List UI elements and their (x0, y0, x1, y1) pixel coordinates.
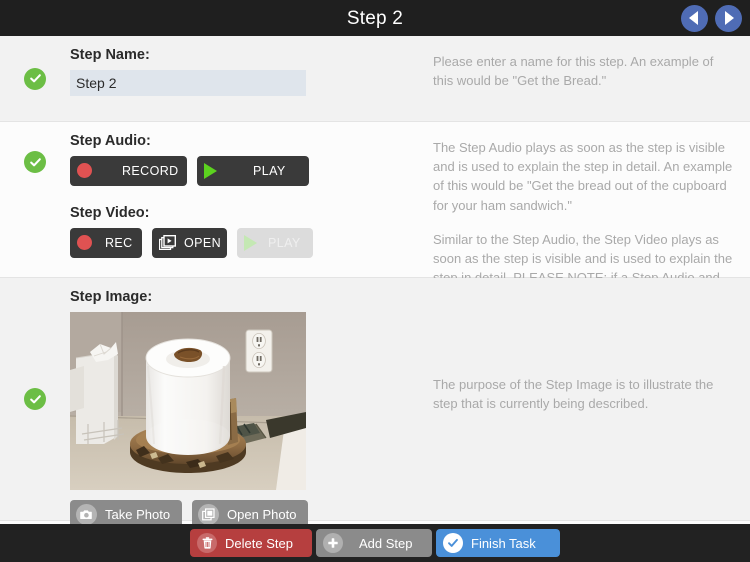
check-icon (443, 533, 463, 553)
step-image-preview[interactable] (70, 311, 306, 490)
add-step-button[interactable]: Add Step (316, 529, 432, 557)
delete-step-label: Delete Step (225, 535, 293, 551)
play-triangle-icon (244, 234, 257, 251)
step-editor-screen: Step 2 Step Name: Step 2 Please enter a … (0, 0, 750, 562)
next-step-button[interactable] (715, 4, 742, 32)
bottom-toolbar: Delete Step Add Step Finish Task (0, 524, 750, 562)
photo-stack-icon (198, 504, 220, 524)
trash-icon (197, 533, 217, 553)
record-dot-icon (77, 163, 92, 179)
open-photo-button[interactable]: Open Photo (192, 499, 309, 524)
step-image-label: Step Image: (70, 289, 153, 305)
video-record-button[interactable]: REC (70, 227, 142, 258)
take-photo-button[interactable]: Take Photo (70, 499, 183, 524)
step-image-status (0, 278, 70, 520)
step-name-description: Please enter a name for this step. An ex… (433, 54, 714, 89)
video-open-button[interactable]: OPEN (152, 227, 227, 258)
step-navigation (681, 0, 742, 36)
video-play-button: PLAY (237, 227, 313, 258)
check-circle-icon (24, 151, 46, 173)
take-photo-label: Take Photo (105, 507, 171, 523)
step-media-help: The Step Audio plays as soon as the step… (400, 122, 750, 324)
title-bar: Step 2 (0, 0, 750, 36)
previous-step-button[interactable] (681, 4, 708, 32)
step-audio-buttons: RECORD PLAY (70, 155, 400, 186)
triangle-left-icon (689, 11, 698, 25)
video-play-label: PLAY (268, 235, 301, 250)
step-name-fields: Step Name: (70, 36, 400, 121)
check-circle-icon (24, 388, 46, 410)
audio-record-label: RECORD (122, 163, 179, 178)
open-photo-label: Open Photo (227, 507, 297, 523)
step-image-help: The purpose of the Step Image is to illu… (400, 278, 750, 520)
video-record-label: REC (105, 235, 133, 250)
finish-task-label: Finish Task (471, 535, 536, 551)
step-name-help: Please enter a name for this step. An ex… (400, 36, 750, 121)
finish-task-button[interactable]: Finish Task (436, 529, 560, 557)
step-audio-status (0, 122, 70, 277)
step-audio-description: The Step Audio plays as soon as the step… (433, 140, 733, 213)
check-circle-icon (24, 67, 46, 90)
step-video-label: Step Video: (70, 204, 150, 221)
step-media-section: Step Audio: RECORD PLAY Step Video: REC … (0, 122, 750, 324)
video-library-icon (159, 235, 176, 251)
audio-play-label: PLAY (253, 163, 286, 178)
page-title: Step 2 (346, 7, 404, 29)
delete-step-button[interactable]: Delete Step (190, 529, 312, 557)
play-triangle-icon (204, 162, 217, 179)
form-content: Step Name: Please enter a name for this … (0, 36, 750, 524)
audio-record-button[interactable]: RECORD (70, 155, 187, 186)
photo-action-buttons: Take Photo Open Photo (70, 499, 400, 524)
step-image-section: Step Image: Take Photo Open Photo The pu… (0, 278, 750, 524)
triangle-right-icon (725, 11, 734, 25)
plus-icon (323, 533, 343, 553)
step-name-status (0, 36, 70, 121)
record-dot-icon (77, 235, 92, 251)
step-image-fields: Step Image: Take Photo Open Photo (70, 278, 400, 524)
video-open-label: OPEN (184, 235, 222, 250)
step-video-buttons: REC OPEN PLAY (70, 227, 400, 258)
step-audio-label: Step Audio: (70, 133, 151, 149)
step-name-label: Step Name: (70, 47, 150, 63)
step-image-description: The purpose of the Step Image is to illu… (433, 376, 714, 411)
camera-icon (76, 504, 97, 524)
step-name-input[interactable] (70, 69, 306, 96)
step-name-section: Step Name: Please enter a name for this … (0, 36, 750, 122)
add-step-label: Add Step (359, 535, 413, 551)
audio-play-button[interactable]: PLAY (197, 155, 309, 186)
step-media-fields: Step Audio: RECORD PLAY Step Video: REC … (70, 122, 400, 277)
